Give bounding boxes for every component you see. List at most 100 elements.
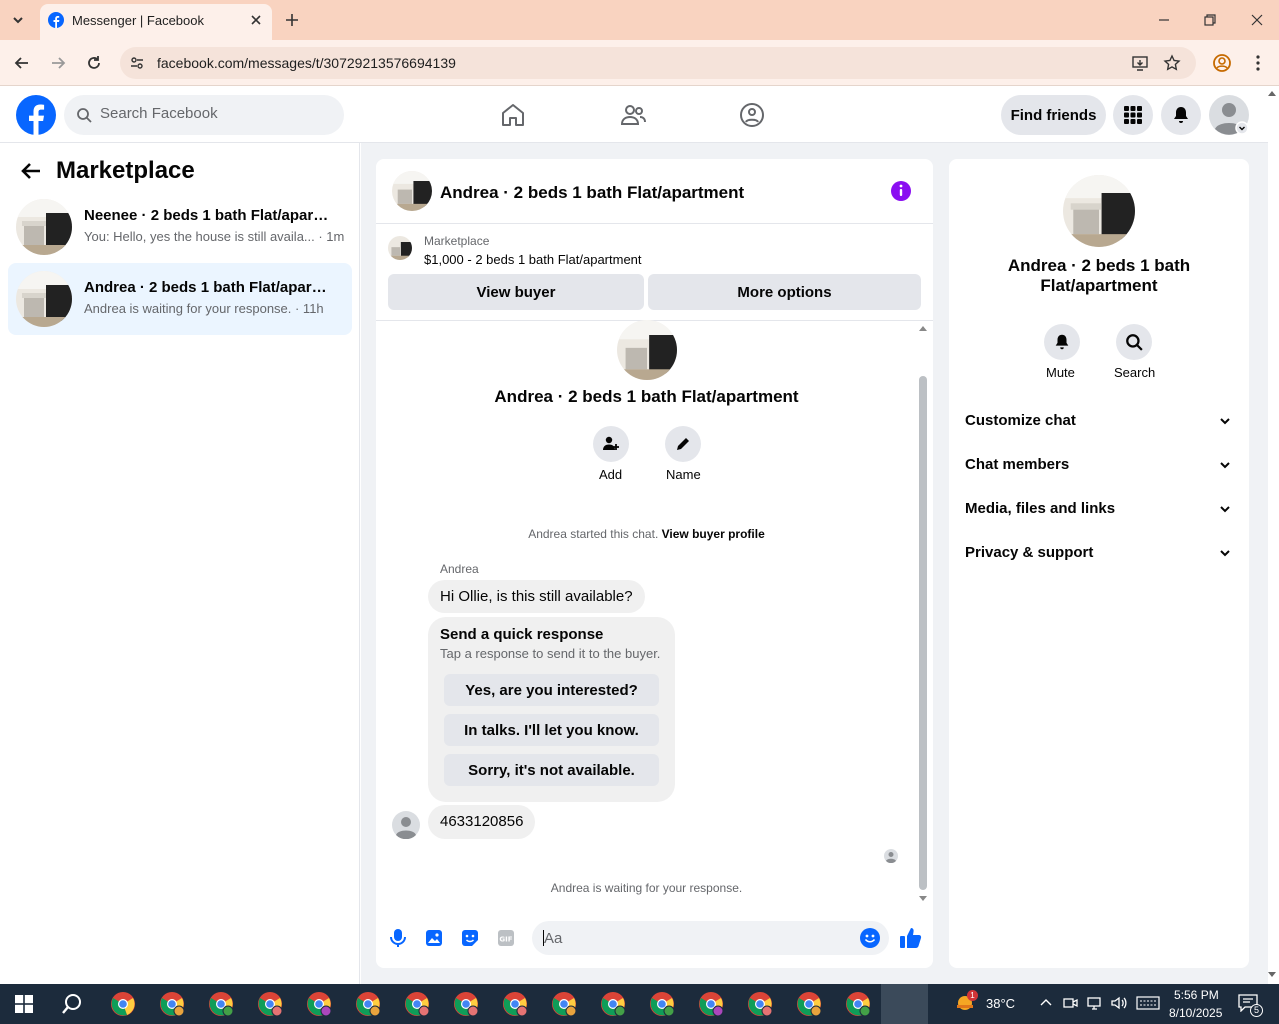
taskbar-search-icon[interactable] [61, 993, 83, 1015]
info-icon[interactable] [890, 180, 912, 202]
quick-response-title: Send a quick response [440, 626, 604, 643]
install-app-icon[interactable] [1131, 54, 1149, 72]
listing-title[interactable]: $1,000 - 2 beds 1 bath Flat/apartment [424, 252, 642, 267]
chrome-profile-icon[interactable] [305, 990, 333, 1018]
browser-menu-icon[interactable] [1254, 54, 1262, 72]
back-arrow-icon[interactable] [13, 54, 31, 72]
edit-name-button[interactable] [665, 426, 701, 462]
view-buyer-profile-link[interactable]: View buyer profile [662, 527, 765, 541]
chat-scrollbar[interactable] [917, 322, 929, 906]
quick-reply-button[interactable]: In talks. I'll let you know. [444, 714, 659, 746]
friends-icon[interactable] [620, 102, 646, 128]
message-input[interactable]: Aa [532, 921, 889, 955]
chrome-profile-icon[interactable] [550, 990, 578, 1018]
show-hidden-icons-icon[interactable] [1040, 997, 1052, 1007]
more-options-button[interactable]: More options [648, 274, 921, 310]
window-close-icon[interactable] [1250, 13, 1264, 27]
view-buyer-button[interactable]: View buyer [388, 274, 644, 310]
site-settings-icon[interactable] [129, 55, 145, 71]
reload-icon[interactable] [85, 54, 103, 72]
facebook-logo-icon[interactable] [16, 95, 56, 135]
chevron-down-icon[interactable] [1219, 504, 1231, 514]
search-in-chat-button[interactable] [1116, 324, 1152, 360]
chrome-profile-icon[interactable] [354, 990, 382, 1018]
scroll-down-arrow-icon[interactable] [919, 896, 927, 901]
privacy-support-section[interactable]: Privacy & support [965, 544, 1093, 561]
groups-icon[interactable] [739, 102, 765, 128]
window-minimize-icon[interactable] [1157, 13, 1171, 27]
add-people-button[interactable] [593, 426, 629, 462]
info-avatar[interactable] [1063, 175, 1135, 247]
thumbs-up-icon[interactable] [899, 926, 923, 950]
customize-chat-section[interactable]: Customize chat [965, 412, 1076, 429]
chat-started-text: Andrea started this chat. [528, 527, 659, 541]
clock-date[interactable]: 8/10/2025 [1169, 1006, 1222, 1020]
emoji-icon[interactable] [860, 928, 880, 948]
new-tab-plus-icon[interactable] [284, 12, 300, 28]
chat-members-section[interactable]: Chat members [965, 456, 1069, 473]
search-icon [76, 107, 92, 123]
find-friends-button[interactable]: Find friends [1001, 95, 1106, 135]
conversation-preview: You: Hello, yes the house is still avail… [84, 229, 345, 244]
chrome-profile-icon[interactable] [795, 990, 823, 1018]
conversation-avatar[interactable] [617, 320, 677, 380]
meet-now-icon[interactable] [1063, 995, 1079, 1011]
conversation-item[interactable]: Andrea · 2 beds 1 bath Flat/apartm... An… [8, 263, 352, 335]
photo-icon[interactable] [425, 929, 443, 947]
conversation-item[interactable]: Neenee · 2 beds 1 bath Flat/apart... You… [8, 191, 352, 263]
facebook-favicon-icon [48, 12, 64, 28]
account-avatar[interactable] [1209, 95, 1249, 135]
chevron-down-icon[interactable] [1219, 416, 1231, 426]
quick-reply-button[interactable]: Yes, are you interested? [444, 674, 659, 706]
mute-label: Mute [1046, 365, 1075, 380]
tab-search-chevron-icon[interactable] [10, 12, 26, 28]
chevron-down-icon[interactable] [1219, 548, 1231, 558]
mute-button[interactable] [1044, 324, 1080, 360]
message-bubble[interactable]: Hi Ollie, is this still available? [428, 580, 645, 613]
divider [376, 223, 933, 224]
chrome-profile-icon[interactable] [452, 990, 480, 1018]
back-arrow-icon[interactable] [20, 160, 42, 182]
notifications-button[interactable] [1161, 95, 1201, 135]
microphone-icon[interactable] [389, 928, 407, 948]
keyboard-icon[interactable] [1136, 996, 1160, 1010]
media-files-links-section[interactable]: Media, files and links [965, 500, 1115, 517]
chrome-profile-icon[interactable] [599, 990, 627, 1018]
message-bubble[interactable]: 4633120856 [428, 805, 536, 839]
chrome-profile-icon[interactable] [256, 990, 284, 1018]
url-text[interactable]: facebook.com/messages/t/3072921357669413… [157, 55, 456, 71]
scroll-thumb[interactable] [919, 376, 927, 890]
window-restore-icon[interactable] [1203, 13, 1217, 27]
temperature[interactable]: 38°C [986, 996, 1015, 1011]
gif-icon[interactable]: GIF [497, 929, 515, 947]
chrome-profile-icon[interactable] [697, 990, 725, 1018]
bookmark-star-icon[interactable] [1163, 54, 1181, 72]
chrome-profile-icon[interactable] [207, 990, 235, 1018]
clock-time[interactable]: 5:56 PM [1174, 988, 1219, 1002]
chrome-profile-icon[interactable] [746, 990, 774, 1018]
taskbar-app-icon[interactable] [158, 990, 186, 1018]
chrome-profile-icon[interactable] [109, 990, 137, 1018]
chrome-profile-icon[interactable] [648, 990, 676, 1018]
chevron-down-icon[interactable] [1219, 460, 1231, 470]
menu-grid-button[interactable] [1113, 95, 1153, 135]
forward-arrow-icon[interactable] [49, 54, 67, 72]
chat-header-avatar[interactable] [392, 171, 432, 211]
page-scroll-up-icon[interactable] [1268, 91, 1276, 96]
scroll-up-arrow-icon[interactable] [919, 326, 927, 331]
windows-start-icon[interactable] [15, 995, 33, 1013]
volume-icon[interactable] [1110, 995, 1128, 1011]
profile-icon[interactable] [1212, 53, 1232, 73]
notification-count: 5 [1250, 1004, 1263, 1017]
message-input-placeholder: Aa [544, 930, 563, 947]
chat-header-title[interactable]: Andrea · 2 beds 1 bath Flat/apartment [440, 183, 744, 203]
network-icon[interactable] [1087, 995, 1103, 1011]
home-icon[interactable] [500, 102, 526, 128]
quick-reply-button[interactable]: Sorry, it's not available. [444, 754, 659, 786]
tab-close-icon[interactable] [249, 13, 263, 27]
page-scroll-down-icon[interactable] [1268, 972, 1276, 977]
chrome-profile-icon[interactable] [844, 990, 872, 1018]
sticker-icon[interactable] [461, 929, 479, 947]
chrome-profile-icon[interactable] [501, 990, 529, 1018]
chrome-profile-icon[interactable] [403, 990, 431, 1018]
